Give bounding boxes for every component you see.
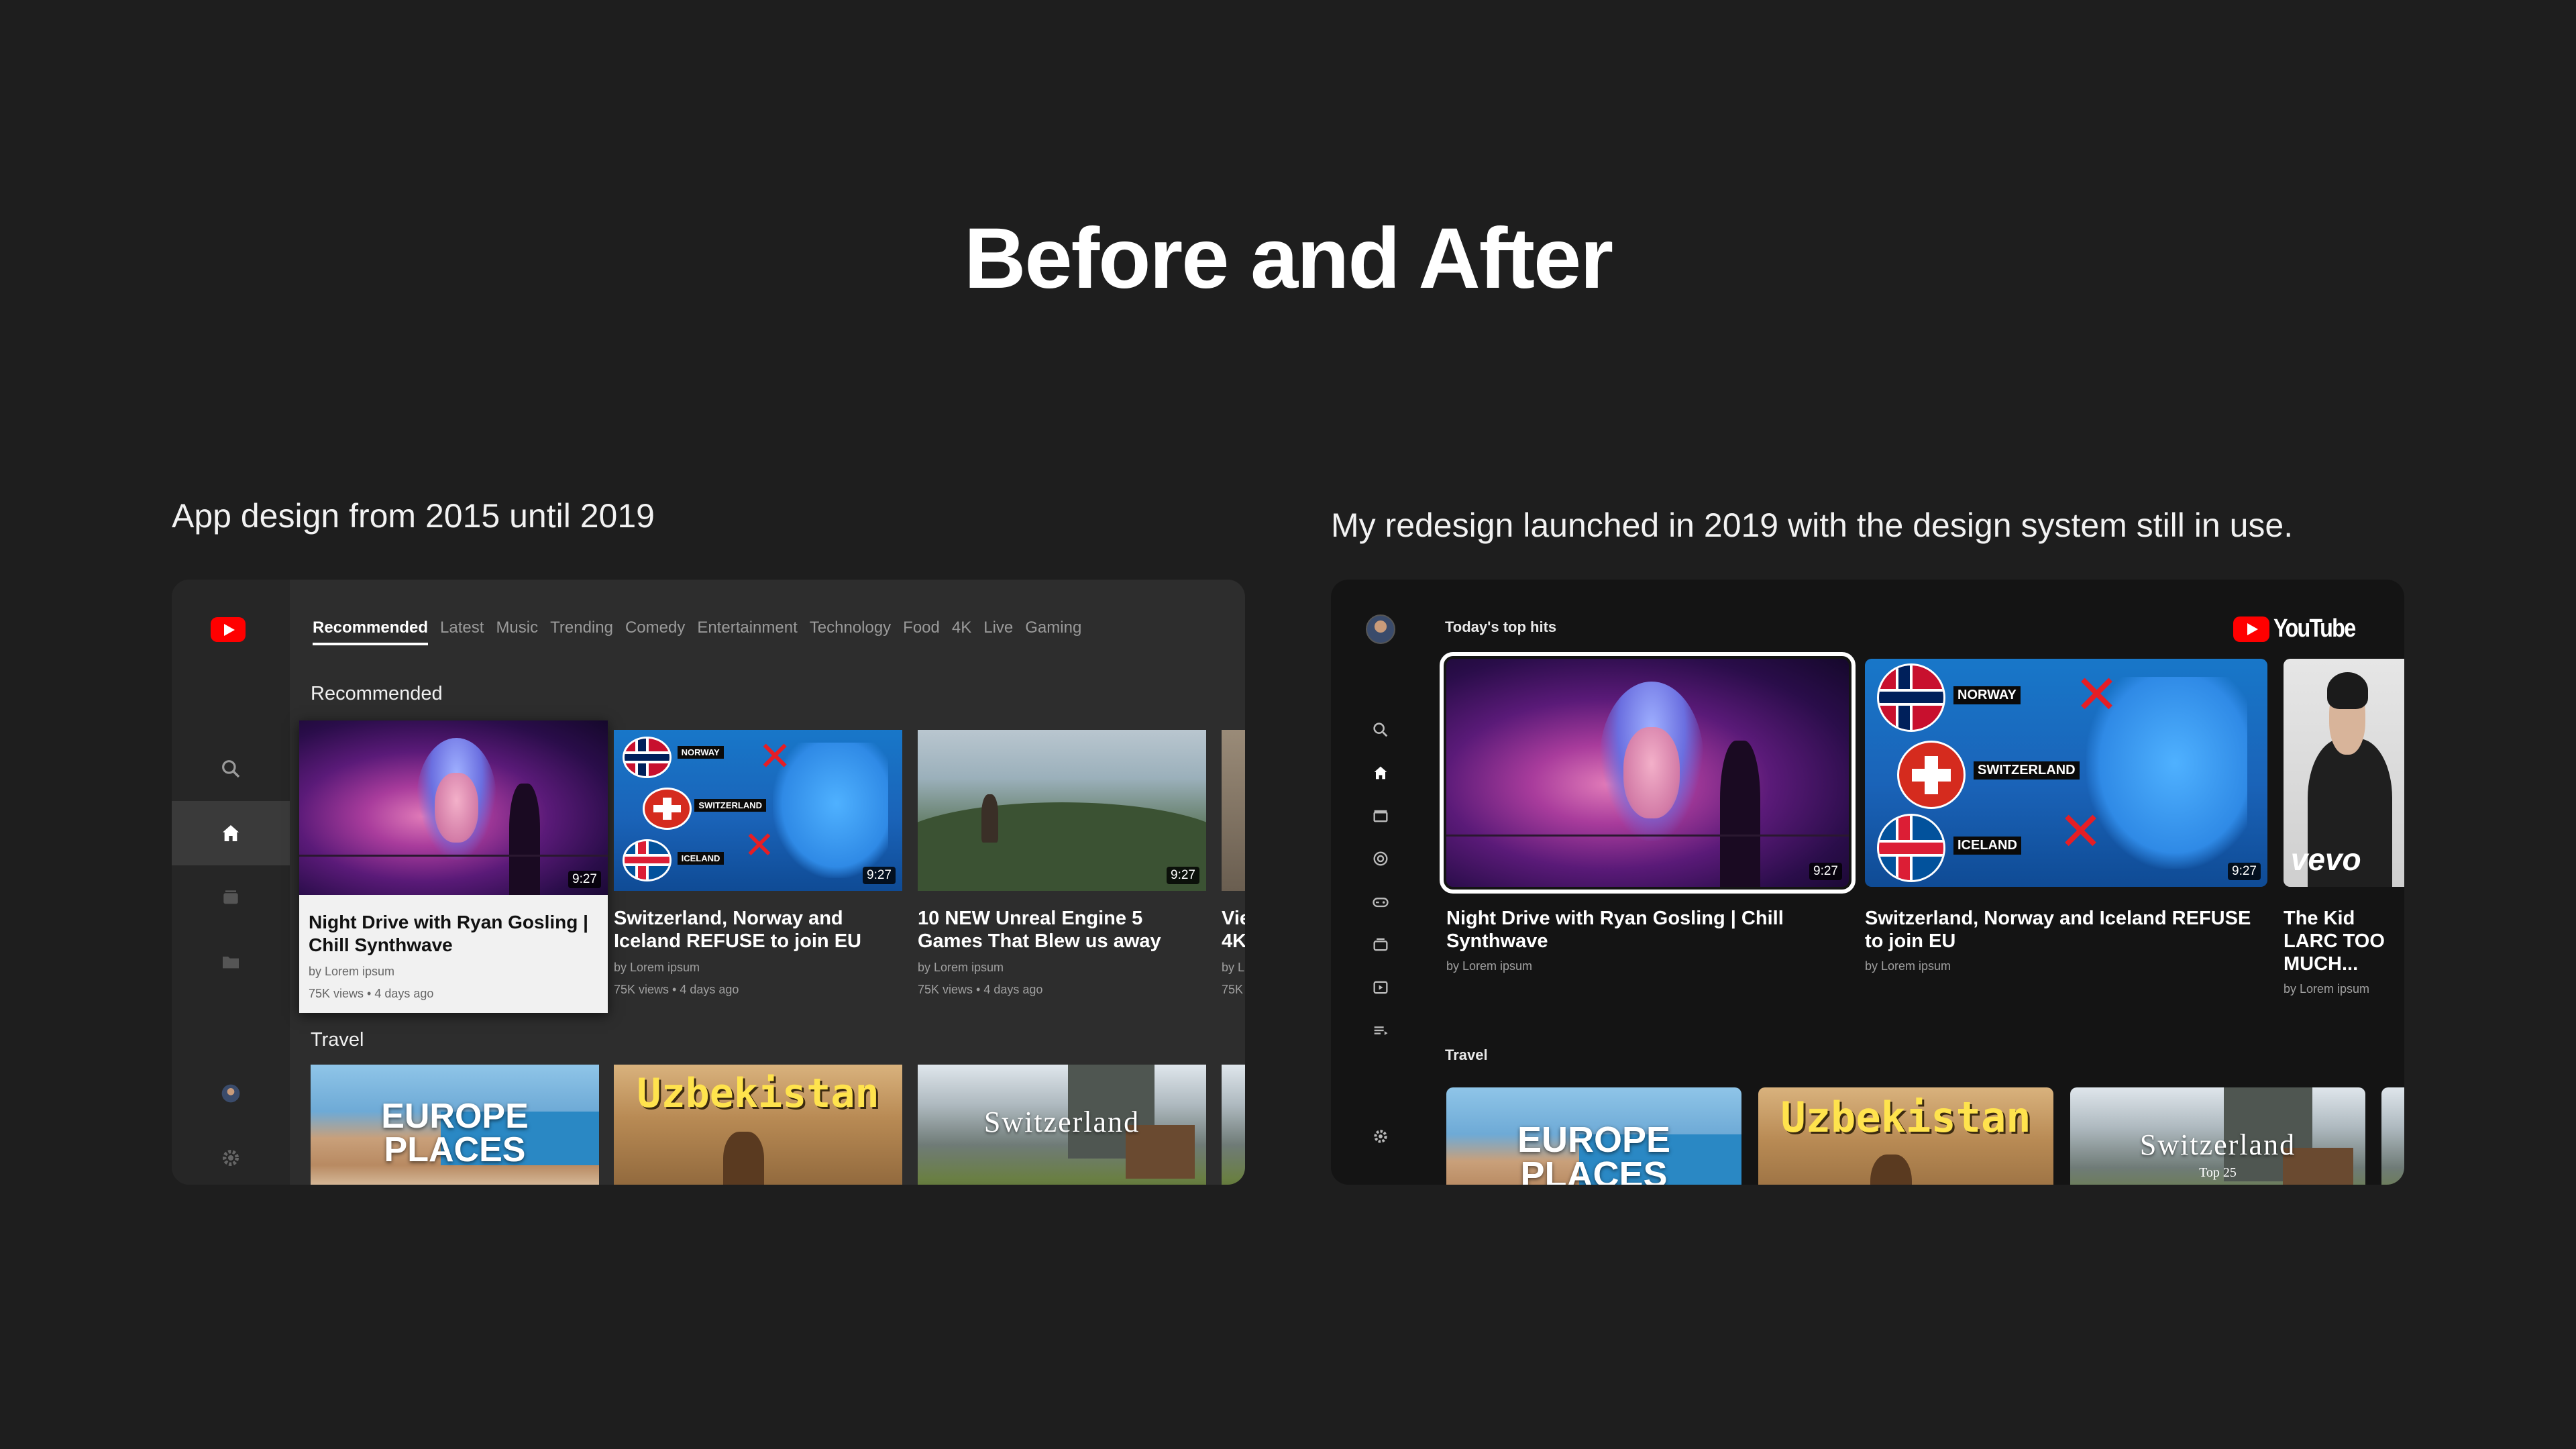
video-stats: 75K views • 4 days ago xyxy=(918,983,1043,996)
travel-card[interactable]: EUROPE PLACES xyxy=(1446,1087,1741,1185)
tab-recommended[interactable]: Recommended xyxy=(313,619,429,645)
video-thumbnail xyxy=(1222,730,1245,891)
video-title: 10 NEW Unreal Engine 5 Games That Blew u… xyxy=(918,908,1161,952)
brand-wordmark: YouTube xyxy=(2273,614,2356,643)
before-app-screen: Recommended Latest Music Trending Comedy… xyxy=(172,580,1245,1185)
channel-name: by Lorem ipsum xyxy=(614,961,700,974)
vevo-badge: vevo xyxy=(2290,842,2361,877)
duration-badge: 9:27 xyxy=(1809,863,1842,880)
duration-badge: 9:27 xyxy=(863,867,896,884)
section-heading-travel: Travel xyxy=(311,1029,364,1051)
travel-card[interactable]: Uzbekistan xyxy=(1758,1087,2053,1185)
tab-comedy[interactable]: Comedy xyxy=(625,619,685,645)
channel-name: by Lorem ipsum xyxy=(1446,959,1533,973)
category-tabs: Recommended Latest Music Trending Comedy… xyxy=(313,619,1081,645)
video-thumbnail: NORWAY SWITZERLAND ICELAND ✕ ✕ 9:27 xyxy=(1865,659,2267,887)
travel-card-partial[interactable] xyxy=(2381,1087,2404,1185)
tab-trending[interactable]: Trending xyxy=(550,619,613,645)
video-title: Night Drive with Ryan Gosling | Chill Sy… xyxy=(309,912,588,955)
video-thumbnail: NORWAY SWITZERLAND ICELAND ✕ ✕ 9:27 xyxy=(614,730,902,891)
video-card-partial[interactable]: vevo The Kid LARC TOO MUCH... by Lorem i… xyxy=(2284,659,2404,996)
channel-name: by Lorem ipsum xyxy=(309,965,395,978)
youtube-logo-icon xyxy=(211,617,246,642)
channel-name: by Lorem ipsum xyxy=(918,961,1004,974)
tab-gaming[interactable]: Gaming xyxy=(1025,619,1081,645)
channel-name: by Lorem ipsum xyxy=(2284,982,2370,996)
tab-entertainment[interactable]: Entertainment xyxy=(697,619,797,645)
row-heading-top-hits: Today's top hits xyxy=(1445,619,1557,635)
row-heading-travel: Travel xyxy=(1445,1046,1488,1063)
caption-after: My redesign launched in 2019 with the de… xyxy=(1331,506,2294,544)
thumbnail-overlay-text: EUROPE PLACES xyxy=(1517,1120,1671,1185)
thumbnail-overlay-text: Uzbekistan xyxy=(637,1070,879,1117)
duration-badge: 9:27 xyxy=(2228,863,2261,880)
thumbnail-overlay-subtext: Top 25 xyxy=(2199,1165,2237,1180)
video-title: Night Drive with Ryan Gosling | Chill Sy… xyxy=(1446,908,1784,952)
video-stats: 75K views • 4 days ago xyxy=(614,983,739,996)
tab-4k[interactable]: 4K xyxy=(952,619,971,645)
thumbnail-overlay-text: Switzerland xyxy=(983,1106,1140,1138)
target-icon[interactable] xyxy=(1364,843,1397,875)
youtube-logo-icon xyxy=(2233,616,2270,642)
video-stats: 75K xyxy=(1222,983,1244,996)
video-card-partial[interactable]: Vie 4K by L 75K xyxy=(1222,730,1245,997)
channel-name: by L xyxy=(1222,961,1245,974)
video-card-focused[interactable]: 9:27 Night Drive with Ryan Gosling | Chi… xyxy=(299,720,608,1013)
thumbnail-overlay-text: Switzerland xyxy=(2139,1128,2296,1161)
caption-before: App design from 2015 until 2019 xyxy=(172,497,655,535)
video-thumbnail: vevo xyxy=(2284,659,2404,887)
video-stats: 75K views • 4 days ago xyxy=(309,987,434,1000)
queue-icon[interactable] xyxy=(1364,1014,1397,1046)
duration-badge: 9:27 xyxy=(1167,867,1199,884)
home-icon[interactable] xyxy=(172,801,290,865)
sidebar xyxy=(172,580,290,1185)
thumbnail-overlay-text: EUROPE PLACES xyxy=(381,1097,529,1169)
video-thumbnail: 9:27 xyxy=(1440,652,1856,894)
travel-card[interactable]: Switzerland Top 25 xyxy=(2070,1087,2365,1185)
playlist-play-icon[interactable] xyxy=(1364,971,1397,1004)
video-title: Vie 4K xyxy=(1222,908,1245,952)
youtube-brand: YouTube xyxy=(2233,614,2369,643)
tab-live[interactable]: Live xyxy=(983,619,1013,645)
travel-card[interactable]: EUROPE PLACES xyxy=(311,1065,599,1185)
video-card[interactable]: NORWAY SWITZERLAND ICELAND ✕ ✕ 9:27 Swit… xyxy=(1865,659,2267,973)
travel-card-partial[interactable] xyxy=(1222,1065,1245,1185)
duration-badge: 9:27 xyxy=(568,871,601,888)
tab-latest[interactable]: Latest xyxy=(440,619,484,645)
thumbnail-overlay-text: Uzbekistan xyxy=(1780,1093,2031,1142)
video-thumbnail: 9:27 xyxy=(918,730,1206,891)
video-thumbnail: 9:27 xyxy=(299,720,608,895)
video-card-focused[interactable]: 9:27 Night Drive with Ryan Gosling | Chi… xyxy=(1440,652,1856,973)
home-icon[interactable] xyxy=(1364,757,1397,789)
search-icon[interactable] xyxy=(172,737,290,801)
page-title: Before and After xyxy=(963,211,1613,307)
gamepad-icon[interactable] xyxy=(1364,885,1397,918)
account-avatar[interactable] xyxy=(172,1061,290,1126)
video-card[interactable]: 9:27 10 NEW Unreal Engine 5 Games That B… xyxy=(918,730,1206,997)
settings-icon[interactable] xyxy=(172,1126,290,1185)
account-avatar[interactable] xyxy=(1366,614,1395,644)
tab-technology[interactable]: Technology xyxy=(810,619,891,645)
clapperboard-icon[interactable] xyxy=(1364,800,1397,832)
video-title: Switzerland, Norway and Iceland REFUSE t… xyxy=(1865,908,2251,952)
subscriptions-icon[interactable] xyxy=(1364,928,1397,961)
subscriptions-icon[interactable] xyxy=(172,865,290,930)
video-title: The Kid LARC TOO MUCH... xyxy=(2284,908,2385,975)
tab-food[interactable]: Food xyxy=(903,619,940,645)
travel-card[interactable]: Switzerland xyxy=(918,1065,1206,1185)
video-title: Switzerland, Norway and Iceland REFUSE t… xyxy=(614,908,861,952)
tab-music[interactable]: Music xyxy=(496,619,538,645)
search-icon[interactable] xyxy=(1364,714,1397,746)
after-app-screen: Today's top hits YouTube 9:27 Night Driv… xyxy=(1331,580,2404,1185)
section-heading-recommended: Recommended xyxy=(311,683,443,704)
travel-card[interactable]: Uzbekistan xyxy=(614,1065,902,1185)
settings-icon[interactable] xyxy=(1364,1120,1397,1152)
video-card[interactable]: NORWAY SWITZERLAND ICELAND ✕ ✕ 9:27 Swit… xyxy=(614,730,902,997)
library-icon[interactable] xyxy=(172,930,290,994)
channel-name: by Lorem ipsum xyxy=(1865,959,1951,973)
